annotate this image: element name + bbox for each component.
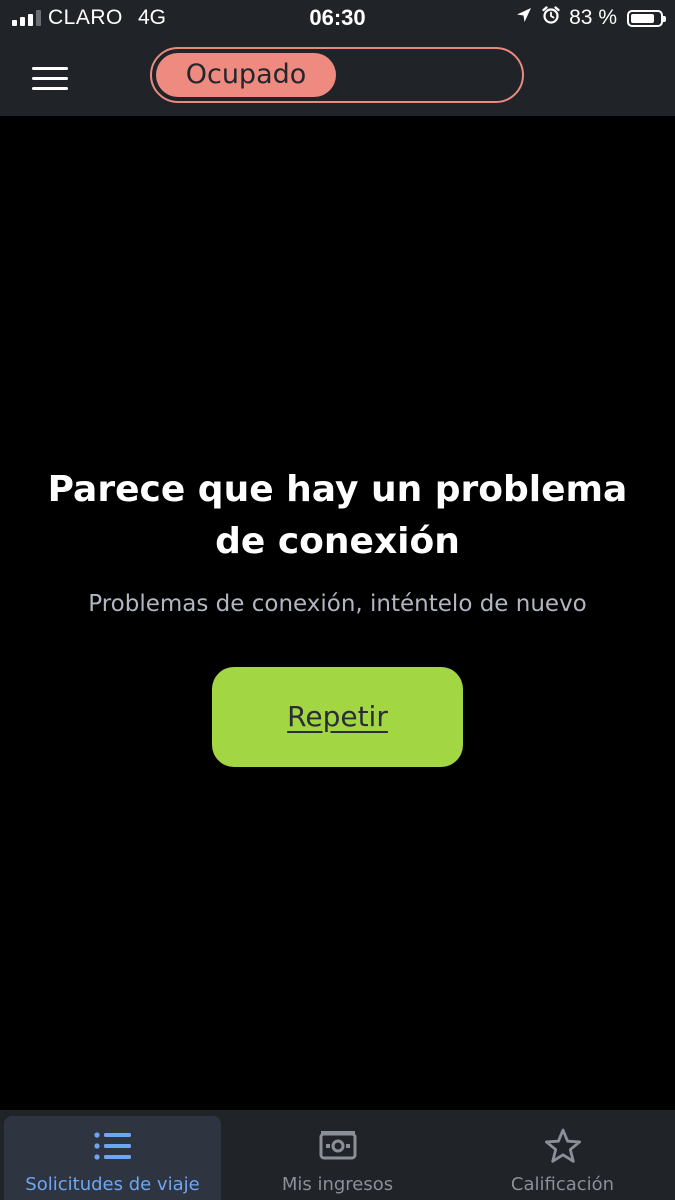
availability-toggle[interactable]: Ocupado	[150, 47, 524, 103]
cash-icon	[225, 1126, 450, 1166]
alarm-clock-icon	[541, 5, 561, 31]
battery-icon	[627, 9, 666, 27]
location-arrow-icon	[515, 6, 533, 30]
app-bar: Ocupado	[0, 36, 675, 116]
nav-item-rating[interactable]: Calificación	[450, 1110, 675, 1200]
screen: CLARO 4G 06:30 83 % Ocupado Parece que h…	[0, 0, 675, 1200]
error-title: Parece que hay un problema de conexión	[47, 469, 628, 562]
retry-button[interactable]: Repetir	[212, 667, 463, 767]
battery-percent: 83 %	[569, 6, 617, 29]
nav-label: Solicitudes de viaje	[25, 1174, 200, 1195]
list-icon	[0, 1126, 225, 1166]
error-subtitle: Problemas de conexión, inténtelo de nuev…	[88, 591, 587, 617]
status-indicators: 83 %	[515, 4, 666, 32]
nav-item-my-earnings[interactable]: Mis ingresos	[225, 1110, 450, 1200]
main-content: Parece que hay un problema de conexión P…	[0, 116, 675, 1110]
bottom-nav: Solicitudes de viaje Mis ingresos Califi…	[0, 1110, 675, 1200]
nav-label: Calificación	[510, 1174, 615, 1195]
availability-toggle-label: Ocupado	[156, 53, 336, 97]
battery-level-fill	[631, 13, 655, 23]
star-icon	[450, 1126, 675, 1166]
nav-item-trip-requests[interactable]: Solicitudes de viaje	[0, 1110, 225, 1200]
menu-icon[interactable]	[22, 56, 78, 100]
status-bar: CLARO 4G 06:30 83 %	[0, 0, 675, 36]
nav-label: Mis ingresos	[281, 1174, 394, 1195]
